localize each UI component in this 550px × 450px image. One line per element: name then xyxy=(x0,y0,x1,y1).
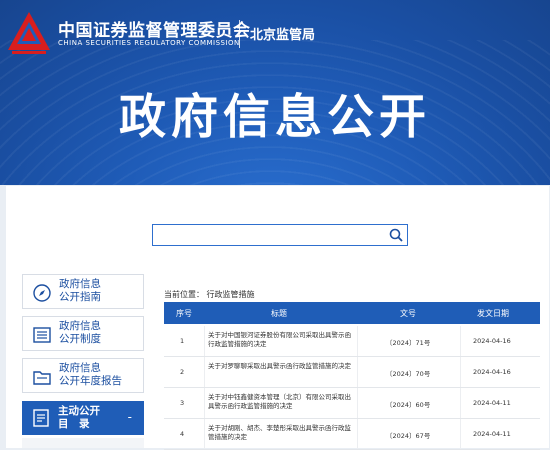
row-title-link[interactable]: 关于对胡刚、胡杰、李楚彤采取出具警示函行政监管措施的决定 xyxy=(208,424,353,442)
row-date: 2024-04-11 xyxy=(473,399,511,407)
row-number: 4 xyxy=(180,430,185,438)
row-date: 2024-04-11 xyxy=(473,430,511,438)
list-icon xyxy=(33,327,51,343)
document-icon xyxy=(33,409,49,427)
column-header-doc: 文号 xyxy=(400,309,416,318)
breadcrumb: 当前位置： 行政监管措施 xyxy=(164,290,255,299)
row-date: 2024-04-16 xyxy=(473,337,511,345)
table-row[interactable]: 3 关于对中钰鑫健资本管理（北京）有限公司采取出具警示函行政监管措施的决定 〔2… xyxy=(164,388,540,419)
table-row[interactable]: 1 关于对中国银河证券股份有限公司采取出具警示函行政监管措施的决定 〔2024〕… xyxy=(164,326,540,357)
search-icon[interactable] xyxy=(388,227,404,243)
sidebar-item-guide[interactable]: 政府信息 公开指南 xyxy=(22,274,144,309)
page-title: 政府信息公开 xyxy=(119,90,431,145)
sidebar-item-label: 政府信息 公开指南 xyxy=(59,278,101,303)
org-name-cn: 中国证券监督管理委员会 xyxy=(58,21,251,41)
site-header: 中国证券监督管理委员会 CHINA SECURITIES REGULATORY … xyxy=(0,0,550,185)
csrc-logo[interactable] xyxy=(6,10,52,56)
org-name-en: CHINA SECURITIES REGULATORY COMMISSION xyxy=(58,39,240,47)
row-title-link[interactable]: 关于对中国银河证券股份有限公司采取出具警示函行政监管措施的决定 xyxy=(208,331,353,349)
sidebar-subitem[interactable] xyxy=(22,438,144,448)
sidebar-item-label: 政府信息 公开年度报告 xyxy=(59,362,122,387)
row-title-link[interactable]: 关于对中钰鑫健资本管理（北京）有限公司采取出具警示函行政监管措施的决定 xyxy=(208,393,353,411)
folder-icon xyxy=(33,371,51,385)
compass-icon xyxy=(33,284,51,302)
row-date: 2024-04-16 xyxy=(473,368,511,376)
column-header-date: 发文日期 xyxy=(477,309,509,318)
row-doc-number: 〔2024〕67号 xyxy=(386,432,431,440)
column-header-no: 序号 xyxy=(176,309,192,318)
sidebar-item-label: 主动公开 目 录 xyxy=(58,405,100,430)
row-doc-number: 〔2024〕70号 xyxy=(386,370,431,378)
bureau-name[interactable]: 北京监管局 xyxy=(250,24,315,43)
sidebar-item-label: 政府信息 公开制度 xyxy=(59,320,101,345)
column-header-title: 标题 xyxy=(271,309,287,318)
collapse-toggle[interactable]: - xyxy=(128,410,132,424)
table-row[interactable]: 2 关于对罗聊聊采取出具警示函行政监管措施的决定 〔2024〕70号 2024-… xyxy=(164,357,540,388)
search-input[interactable] xyxy=(152,224,408,246)
row-doc-number: 〔2024〕60号 xyxy=(386,401,431,409)
sidebar-item-rules[interactable]: 政府信息 公开制度 xyxy=(22,316,144,351)
row-doc-number: 〔2024〕71号 xyxy=(386,339,431,347)
row-number: 2 xyxy=(180,368,185,376)
row-number: 1 xyxy=(180,337,185,345)
sidebar-item-active-disclosure[interactable]: 主动公开 目 录 - xyxy=(22,401,144,435)
header-divider xyxy=(239,20,240,48)
row-title-link[interactable]: 关于对罗聊聊采取出具警示函行政监管措施的决定 xyxy=(208,362,353,371)
sidebar-item-annual-report[interactable]: 政府信息 公开年度报告 xyxy=(22,358,144,393)
table-row[interactable]: 4 关于对胡刚、胡杰、李楚彤采取出具警示函行政监管措施的决定 〔2024〕67号… xyxy=(164,419,540,450)
table-header: 序号 标题 文号 发文日期 xyxy=(164,302,540,324)
row-number: 3 xyxy=(180,399,185,407)
